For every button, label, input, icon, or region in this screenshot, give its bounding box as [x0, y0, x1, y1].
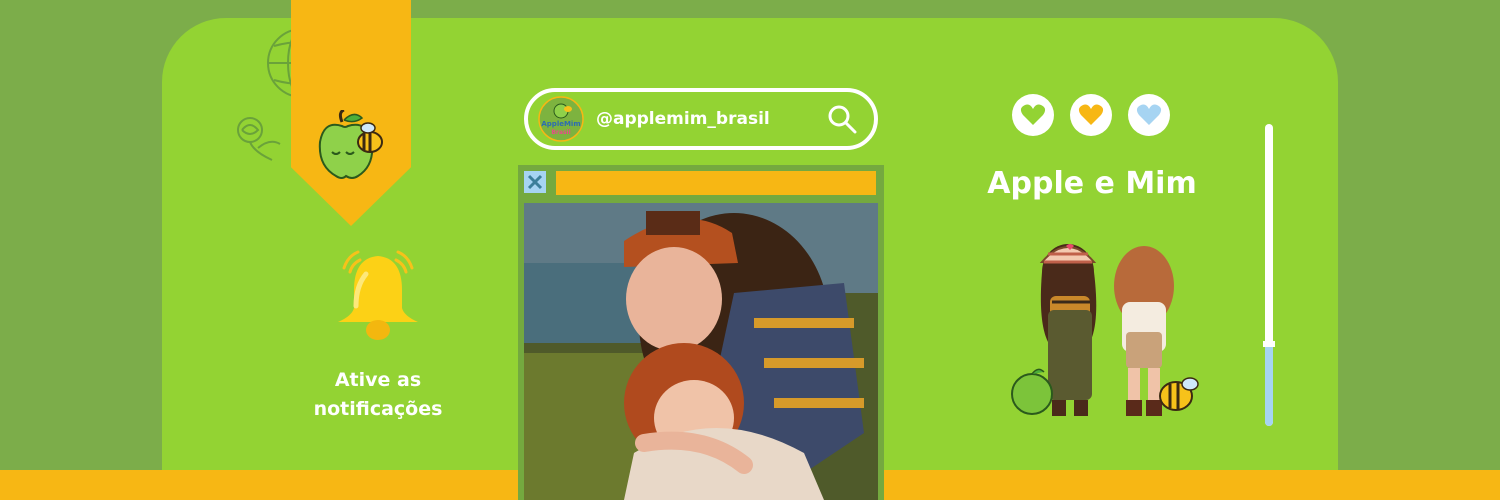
scrollbar-fill: [1265, 344, 1273, 426]
notification-line-2: notificações: [313, 398, 443, 420]
logo-text-line-2: Brasil: [551, 129, 570, 136]
vertical-scrollbar[interactable]: [1263, 124, 1275, 426]
heart-yellow-button[interactable]: [1070, 94, 1112, 136]
notification-line-1: Ative as: [334, 369, 422, 391]
bell-icon[interactable]: [330, 246, 426, 346]
heart-green-button[interactable]: [1012, 94, 1054, 136]
heart-green-icon: [1020, 104, 1046, 125]
girls-illustration: [1011, 244, 1199, 416]
close-button[interactable]: [524, 171, 546, 193]
profile-handle: @applemim_brasil: [596, 109, 770, 129]
profile-photo: [524, 203, 878, 500]
brand-logo: AppleMim Brasil: [538, 96, 584, 142]
close-icon: [527, 174, 543, 190]
brand-title: Apple e Mim: [987, 166, 1197, 201]
scrollbar-thumb[interactable]: [1263, 341, 1275, 348]
heart-blue-icon: [1136, 104, 1162, 125]
notification-prompt: Ative as notificações: [290, 366, 466, 424]
profile-search-bar[interactable]: AppleMim Brasil @applemim_brasil: [524, 88, 878, 150]
heart-blue-button[interactable]: [1128, 94, 1170, 136]
search-icon[interactable]: [826, 103, 858, 135]
rose-icon: [237, 117, 281, 161]
heart-yellow-icon: [1078, 104, 1104, 125]
window-title-bar: [556, 171, 876, 195]
logo-text-line-1: AppleMim: [541, 120, 580, 128]
heart-reactions: [1012, 94, 1170, 136]
photo-window: [518, 165, 884, 500]
apple-bee-mascot-icon: [318, 110, 383, 179]
